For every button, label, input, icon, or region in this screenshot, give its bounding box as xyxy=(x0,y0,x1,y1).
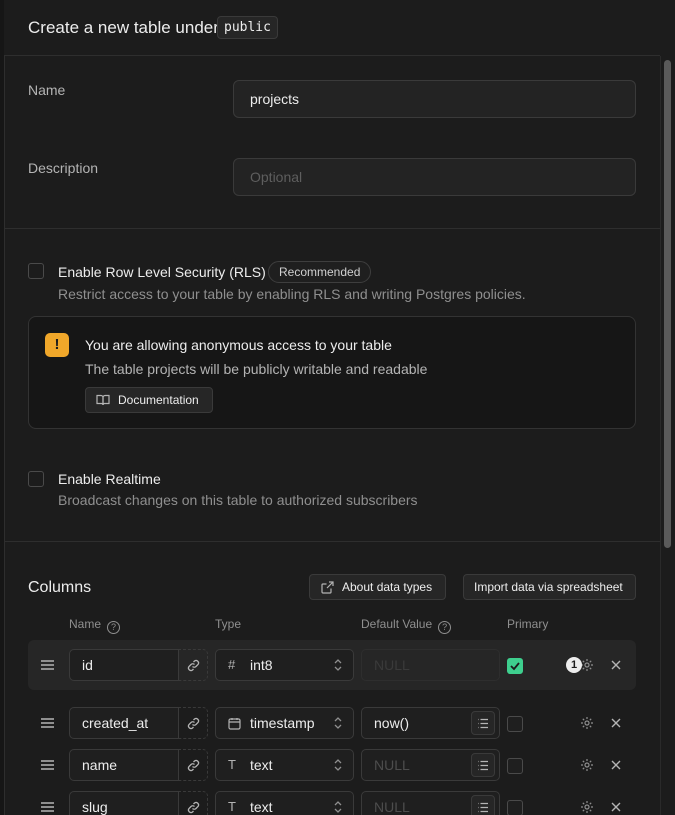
realtime-checkbox[interactable] xyxy=(28,471,44,487)
gear-icon[interactable] xyxy=(580,758,594,772)
section-divider xyxy=(4,228,660,229)
panel-header: Create a new table under public xyxy=(4,0,660,56)
primary-checkbox[interactable] xyxy=(507,800,523,815)
documentation-label: Documentation xyxy=(118,393,199,407)
foreign-key-button[interactable] xyxy=(178,707,208,739)
link-icon xyxy=(187,717,200,730)
chevron-up-down-icon xyxy=(334,717,342,729)
primary-checkbox[interactable] xyxy=(507,658,523,674)
description-input[interactable]: Optional xyxy=(233,158,636,196)
col-header-name-text: Name xyxy=(69,617,102,631)
foreign-key-button[interactable] xyxy=(178,749,208,781)
name-input[interactable]: projects xyxy=(233,80,636,118)
rls-title: Enable Row Level Security (RLS) xyxy=(58,264,266,280)
rls-description: Restrict access to your table by enablin… xyxy=(58,286,526,302)
column-type-select[interactable]: # int8 xyxy=(215,649,354,681)
default-suggestions-button[interactable] xyxy=(471,711,495,735)
col-header-default-text: Default Value xyxy=(361,617,433,631)
scrollbar-thumb[interactable] xyxy=(664,60,671,548)
default-value-input[interactable]: NULL xyxy=(361,791,500,815)
drag-handle-icon[interactable] xyxy=(41,718,54,728)
documentation-button[interactable]: Documentation xyxy=(85,387,213,413)
name-label: Name xyxy=(28,82,66,98)
close-icon[interactable] xyxy=(610,801,622,813)
primary-checkbox[interactable] xyxy=(507,758,523,774)
chevron-up-down-icon xyxy=(334,801,342,813)
hash-icon: # xyxy=(228,657,236,672)
external-link-icon xyxy=(321,581,334,594)
column-type-select[interactable]: timestamp xyxy=(215,707,354,739)
column-type-select[interactable]: T text xyxy=(215,749,354,781)
foreign-key-button[interactable] xyxy=(178,791,208,815)
link-icon xyxy=(187,759,200,772)
description-label: Description xyxy=(28,160,99,176)
column-type-value: text xyxy=(250,799,273,815)
gear-icon[interactable] xyxy=(580,658,594,672)
list-icon xyxy=(478,802,488,813)
close-icon[interactable] xyxy=(610,659,622,671)
column-name-input[interactable]: name xyxy=(69,749,179,781)
realtime-title: Enable Realtime xyxy=(58,471,161,487)
default-suggestions-button[interactable] xyxy=(471,795,495,815)
column-name-input[interactable]: created_at xyxy=(69,707,179,739)
col-header-default: Default Value? xyxy=(361,617,452,634)
close-icon[interactable] xyxy=(610,717,622,729)
book-icon xyxy=(96,394,110,406)
gear-icon[interactable] xyxy=(580,716,594,730)
default-value-text: now() xyxy=(374,715,410,731)
drag-handle-icon[interactable] xyxy=(41,802,54,812)
settings-count-badge: 1 xyxy=(566,657,582,673)
default-value-placeholder: NULL xyxy=(374,799,410,815)
foreign-key-button[interactable] xyxy=(178,649,208,681)
text-type-icon: T xyxy=(228,757,236,772)
panel-title: Create a new table under xyxy=(28,18,219,37)
list-icon xyxy=(478,760,488,771)
anonymous-access-alert: ! You are allowing anonymous access to y… xyxy=(28,316,636,429)
section-divider xyxy=(4,541,660,542)
default-value-placeholder: NULL xyxy=(374,757,410,773)
default-suggestions-button[interactable] xyxy=(471,753,495,777)
drag-handle-icon[interactable] xyxy=(41,760,54,770)
gear-icon[interactable] xyxy=(580,800,594,814)
realtime-description: Broadcast changes on this table to autho… xyxy=(58,492,418,508)
alert-title: You are allowing anonymous access to you… xyxy=(85,337,392,353)
primary-checkbox[interactable] xyxy=(507,716,523,732)
chevron-up-down-icon xyxy=(334,659,342,671)
list-icon xyxy=(478,718,488,729)
drag-handle-icon[interactable] xyxy=(41,660,54,670)
help-icon[interactable]: ? xyxy=(107,621,121,634)
import-spreadsheet-button[interactable]: Import data via spreadsheet xyxy=(463,574,636,600)
col-header-primary: Primary xyxy=(507,617,549,631)
about-data-types-label: About data types xyxy=(342,580,433,594)
calendar-icon xyxy=(228,718,241,730)
default-value-input: NULL xyxy=(361,649,500,681)
column-name-input[interactable]: slug xyxy=(69,791,179,815)
columns-title: Columns xyxy=(28,579,92,596)
help-icon[interactable]: ? xyxy=(438,621,452,634)
column-type-value: text xyxy=(250,757,273,773)
default-value-input[interactable]: now() xyxy=(361,707,500,739)
schema-chip: public xyxy=(217,16,278,39)
rls-checkbox[interactable] xyxy=(28,263,44,279)
col-header-type: Type xyxy=(215,617,242,631)
alert-description: The table projects will be publicly writ… xyxy=(85,361,428,377)
column-type-value: timestamp xyxy=(250,715,315,731)
about-data-types-button[interactable]: About data types xyxy=(309,574,446,600)
close-icon[interactable] xyxy=(610,759,622,771)
check-icon xyxy=(510,662,520,671)
recommended-badge: Recommended xyxy=(268,261,372,283)
warning-icon: ! xyxy=(45,333,69,357)
chevron-up-down-icon xyxy=(334,759,342,771)
column-type-select[interactable]: T text xyxy=(215,791,354,815)
link-icon xyxy=(187,801,200,814)
link-icon xyxy=(187,659,200,672)
col-header-name: Name? xyxy=(69,617,121,634)
column-type-value: int8 xyxy=(250,657,273,673)
column-name-input[interactable]: id xyxy=(69,649,179,681)
default-value-input[interactable]: NULL xyxy=(361,749,500,781)
text-type-icon: T xyxy=(228,799,236,814)
